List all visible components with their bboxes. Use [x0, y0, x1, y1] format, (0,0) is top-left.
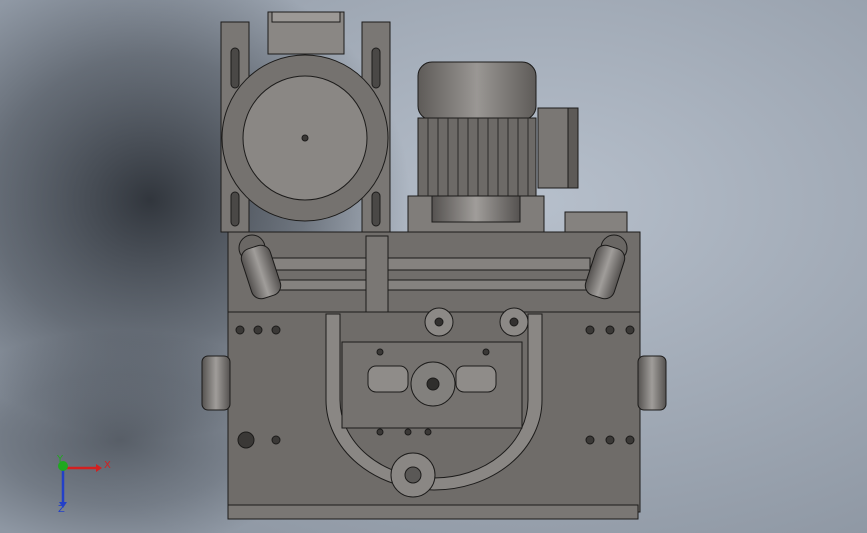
cad-scene: X Y Z — [0, 0, 867, 533]
left-slot-lower — [230, 191, 240, 227]
gearbox-drum-center — [301, 134, 309, 142]
gearbox-top-cap — [271, 11, 341, 23]
upper-frame-plate — [227, 231, 641, 317]
upper-rail-lower — [269, 279, 591, 291]
left-window — [367, 365, 409, 393]
right-window — [455, 365, 497, 393]
cad-viewport[interactable]: X Y Z — [0, 0, 867, 533]
left-slot — [230, 47, 240, 89]
left-sprocket-hub — [434, 317, 444, 327]
center-hub-shaft — [426, 377, 440, 391]
base-plate — [227, 504, 639, 520]
right-slot — [371, 47, 381, 89]
triad-x-label: X — [104, 460, 111, 471]
motor-terminal-lid — [567, 107, 579, 189]
motor-flange — [431, 195, 521, 223]
left-cylinder — [201, 355, 231, 411]
bottom-gear-hub — [404, 466, 422, 484]
upper-rail — [269, 257, 591, 271]
center-vertical-bar — [365, 235, 389, 317]
triad-z-label: Z — [58, 504, 65, 515]
motor-fan-cowl — [417, 61, 537, 121]
right-sprocket-hub — [509, 317, 519, 327]
triad-y-label: Y — [56, 454, 64, 465]
right-cylinder — [637, 355, 667, 411]
right-slot-lower — [371, 191, 381, 227]
